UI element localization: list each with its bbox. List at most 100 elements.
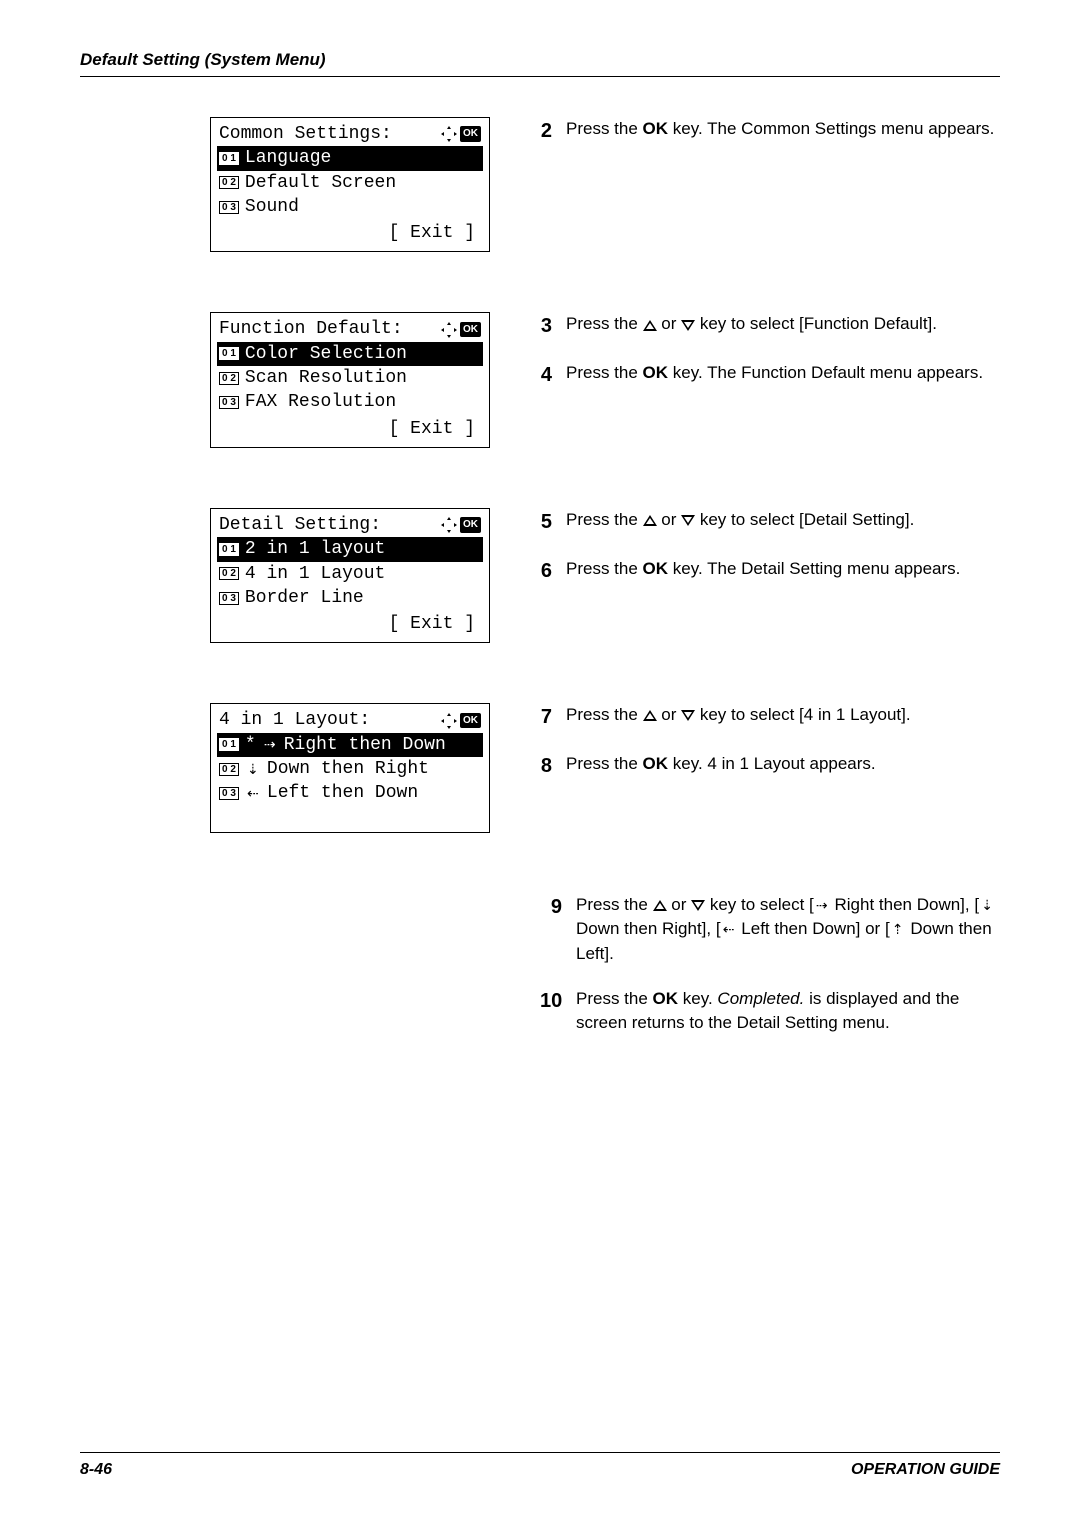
layout-down-right-icon: ⇣	[979, 895, 995, 915]
lcd2-exit: [ Exit ]	[217, 415, 483, 441]
step-2: 2 Press the OK key. The Common Settings …	[530, 117, 1000, 146]
ok-icon: OK	[460, 126, 481, 142]
row-2: Function Default: OK 0 1 Color Selection…	[210, 312, 1000, 447]
lcd3-item-1: 0 1 2 in 1 layout	[217, 537, 483, 561]
step-10-text: Press the OK key. Completed. is displaye…	[576, 987, 1000, 1036]
num-01-icon: 0 1	[219, 738, 239, 751]
dpad-icon	[441, 126, 457, 142]
page-number: 8-46	[80, 1461, 112, 1479]
selected-marker: *	[245, 733, 256, 757]
lcd1-item-2: 0 2 Default Screen	[217, 171, 483, 195]
step-4-text: Press the OK key. The Function Default m…	[566, 361, 983, 390]
page-footer: 8-46 OPERATION GUIDE	[80, 1452, 1000, 1479]
layout-left-down-icon: ⇠	[721, 919, 737, 939]
lcd3-title: Detail Setting:	[219, 513, 381, 537]
triangle-up-icon	[643, 320, 657, 331]
lcd3-item-3: 0 3 Border Line	[217, 586, 483, 610]
triangle-up-icon	[653, 900, 667, 911]
lcd3-exit: [ Exit ]	[217, 610, 483, 636]
layout-down-right-icon: ⇣	[245, 760, 261, 779]
dpad-icon	[441, 517, 457, 533]
step-5-text: Press the or key to select [Detail Setti…	[566, 508, 914, 537]
lcd1-item-3: 0 3 Sound	[217, 195, 483, 219]
lcd2-item-2: 0 2 Scan Resolution	[217, 366, 483, 390]
step-6: 6 Press the OK key. The Detail Setting m…	[530, 557, 1000, 586]
triangle-down-icon	[681, 320, 695, 331]
step-7: 7 Press the or key to select [4 in 1 Lay…	[530, 703, 1000, 732]
content: Common Settings: OK 0 1 Language 0 2 Def…	[80, 117, 1000, 1036]
num-02-icon: 0 2	[219, 176, 239, 189]
step-9-text: Press the or key to select [⇢ Right then…	[576, 893, 1000, 967]
layout-down-left-icon: ⇡	[890, 919, 906, 939]
lcd2-item-1: 0 1 Color Selection	[217, 342, 483, 366]
step-num-5: 5	[530, 508, 552, 537]
row-4: 4 in 1 Layout: OK 0 1* ⇢ Right then Down…	[210, 703, 1000, 832]
lcd-function-default: Function Default: OK 0 1 Color Selection…	[210, 312, 490, 447]
num-02-icon: 0 2	[219, 763, 239, 776]
lcd4-item-1: 0 1* ⇢ Right then Down	[217, 733, 483, 757]
step-num-4: 4	[530, 361, 552, 390]
step-num-7: 7	[530, 703, 552, 732]
step-2-text: Press the OK key. The Common Settings me…	[566, 117, 994, 146]
num-03-icon: 0 3	[219, 396, 239, 409]
row-3: Detail Setting: OK 0 1 2 in 1 layout 0 2…	[210, 508, 1000, 643]
lcd4-item-3: 0 3 ⇠ Left then Down	[217, 781, 483, 805]
triangle-up-icon	[643, 710, 657, 721]
num-01-icon: 0 1	[219, 347, 239, 360]
lcd1-exit: [ Exit ]	[217, 219, 483, 245]
lcd3-item-2: 0 2 4 in 1 Layout	[217, 562, 483, 586]
guide-label: OPERATION GUIDE	[851, 1461, 1000, 1479]
step-num-6: 6	[530, 557, 552, 586]
step-3-text: Press the or key to select [Function Def…	[566, 312, 937, 341]
step-7-text: Press the or key to select [4 in 1 Layou…	[566, 703, 911, 732]
step-num-3: 3	[530, 312, 552, 341]
triangle-down-icon	[681, 710, 695, 721]
page-header: Default Setting (System Menu)	[80, 50, 1000, 77]
lcd2-item-3: 0 3 FAX Resolution	[217, 390, 483, 414]
dpad-icon	[441, 322, 457, 338]
ok-icon: OK	[460, 517, 481, 533]
step-9: 9 Press the or key to select [⇢ Right th…	[540, 893, 1000, 967]
num-03-icon: 0 3	[219, 592, 239, 605]
lcd1-item-1: 0 1 Language	[217, 146, 483, 170]
triangle-up-icon	[643, 515, 657, 526]
step-num-8: 8	[530, 752, 552, 781]
step-num-2: 2	[530, 117, 552, 146]
steps-tail: 9 Press the or key to select [⇢ Right th…	[210, 893, 1000, 1036]
lcd2-title: Function Default:	[219, 317, 403, 341]
step-8: 8 Press the OK key. 4 in 1 Layout appear…	[530, 752, 1000, 781]
nav-ok-icon: OK	[441, 322, 481, 338]
num-02-icon: 0 2	[219, 372, 239, 385]
step-6-text: Press the OK key. The Detail Setting men…	[566, 557, 960, 586]
step-3: 3 Press the or key to select [Function D…	[530, 312, 1000, 341]
triangle-down-icon	[691, 900, 705, 911]
num-02-icon: 0 2	[219, 567, 239, 580]
step-num-9: 9	[540, 893, 562, 967]
lcd-4in1-layout: 4 in 1 Layout: OK 0 1* ⇢ Right then Down…	[210, 703, 490, 832]
ok-icon: OK	[460, 322, 481, 338]
step-num-10: 10	[540, 987, 562, 1036]
num-01-icon: 0 1	[219, 543, 239, 556]
lcd-common-settings: Common Settings: OK 0 1 Language 0 2 Def…	[210, 117, 490, 252]
ok-icon: OK	[460, 713, 481, 729]
layout-right-down-icon: ⇢	[262, 735, 278, 754]
triangle-down-icon	[681, 515, 695, 526]
dpad-icon	[441, 713, 457, 729]
lcd1-title: Common Settings:	[219, 122, 392, 146]
layout-right-down-icon: ⇢	[814, 895, 830, 915]
nav-ok-icon: OK	[441, 126, 481, 142]
num-01-icon: 0 1	[219, 152, 239, 165]
step-5: 5 Press the or key to select [Detail Set…	[530, 508, 1000, 537]
lcd-detail-setting: Detail Setting: OK 0 1 2 in 1 layout 0 2…	[210, 508, 490, 643]
lcd4-item-2: 0 2 ⇣ Down then Right	[217, 757, 483, 781]
step-10: 10 Press the OK key. Completed. is displ…	[540, 987, 1000, 1036]
nav-ok-icon: OK	[441, 517, 481, 533]
row-1: Common Settings: OK 0 1 Language 0 2 Def…	[210, 117, 1000, 252]
lcd4-title: 4 in 1 Layout:	[219, 708, 370, 732]
num-03-icon: 0 3	[219, 787, 239, 800]
step-4: 4 Press the OK key. The Function Default…	[530, 361, 1000, 390]
layout-left-down-icon: ⇠	[245, 784, 261, 803]
step-8-text: Press the OK key. 4 in 1 Layout appears.	[566, 752, 876, 781]
nav-ok-icon: OK	[441, 713, 481, 729]
num-03-icon: 0 3	[219, 201, 239, 214]
